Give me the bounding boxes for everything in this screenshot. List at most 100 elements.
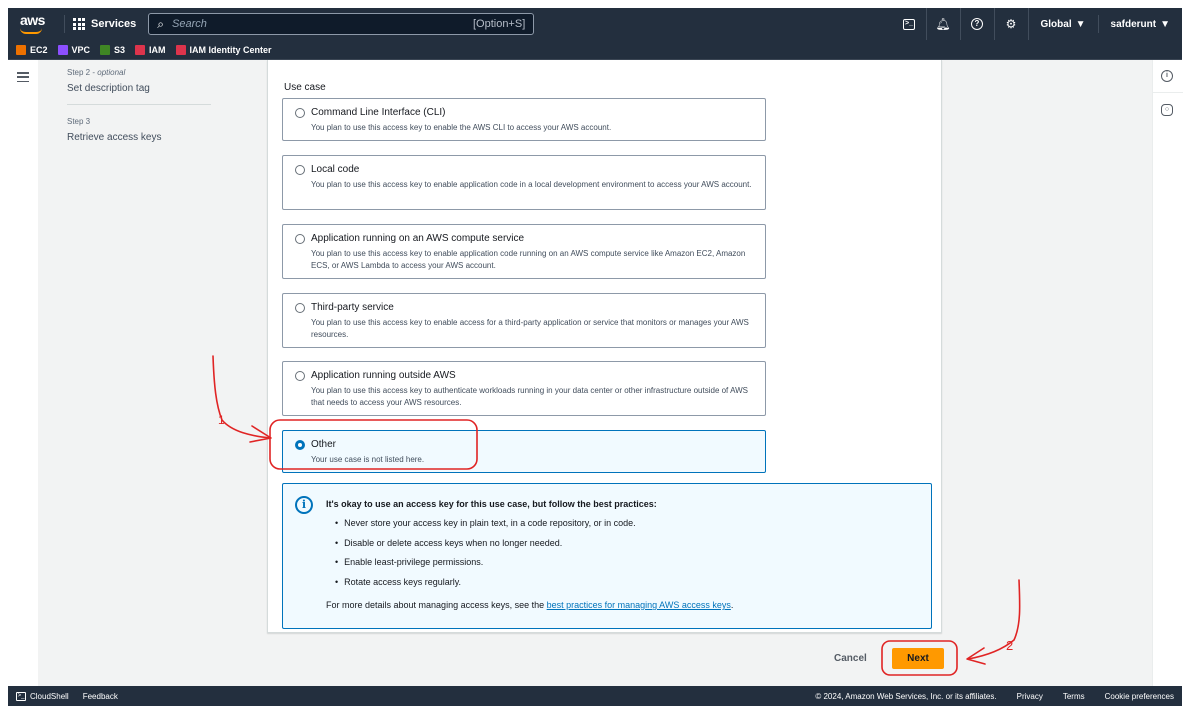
option-title: Local code: [311, 164, 360, 175]
option-description: You plan to use this access key to enabl…: [311, 123, 612, 132]
option-description: You plan to use this access key to authe…: [311, 386, 748, 407]
option-title: Other: [311, 439, 337, 450]
use-case-option-third-party[interactable]: Third-party service You plan to use this…: [282, 293, 766, 348]
footer-links: © 2024, Amazon Web Services, Inc. or its…: [815, 692, 1174, 701]
best-practices-list: Never store your access key in plain tex…: [335, 518, 636, 597]
step-number: Step 2: [67, 68, 91, 77]
aws-console-frame: aws Services ⌕ Search [Option+S] >_ 🔔︎ ?…: [8, 8, 1183, 706]
use-case-option-cli[interactable]: Command Line Interface (CLI) You plan to…: [282, 98, 766, 141]
caret-down-icon: ▼: [1160, 18, 1170, 30]
favorite-label: IAM Identity Center: [189, 44, 272, 55]
s3-icon: [100, 44, 111, 55]
cloudshell-label: CloudShell: [30, 691, 69, 701]
favorites-bar: EC2 VPC S3 IAM IAM Identity Center: [8, 40, 1182, 60]
help-icon: ?: [971, 18, 983, 30]
favorite-ec2[interactable]: EC2: [16, 44, 48, 55]
terms-link[interactable]: Terms: [1063, 692, 1085, 701]
vpc-icon: [57, 44, 68, 55]
cookie-preferences-link[interactable]: Cookie preferences: [1105, 692, 1174, 701]
favorite-iam-identity-center[interactable]: IAM Identity Center: [175, 44, 272, 55]
option-title: Application running on an AWS compute se…: [311, 233, 525, 244]
radio-button[interactable]: [295, 165, 305, 175]
bell-icon: 🔔︎: [935, 17, 951, 31]
account-menu[interactable]: safderunt ▼: [1099, 15, 1182, 33]
favorite-label: S3: [114, 44, 126, 55]
cloudshell-button[interactable]: >_: [893, 8, 927, 40]
top-navigation: aws Services ⌕ Search [Option+S] >_ 🔔︎ ?…: [8, 8, 1182, 40]
use-case-option-local-code[interactable]: Local code You plan to use this access k…: [282, 155, 766, 210]
use-case-option-aws-compute[interactable]: Application running on an AWS compute se…: [282, 224, 766, 279]
search-input[interactable]: ⌕ Search [Option+S]: [148, 13, 535, 35]
caret-down-icon: ▼: [1075, 18, 1086, 30]
favorite-label: IAM: [149, 44, 166, 55]
list-item: Disable or delete access keys when no lo…: [335, 538, 636, 558]
iam-identity-center-icon: [175, 44, 186, 55]
menu-icon[interactable]: [17, 72, 29, 82]
option-description: You plan to use this access key to enabl…: [311, 318, 749, 339]
region-label: Global: [1040, 18, 1072, 30]
notifications-button[interactable]: 🔔︎: [927, 8, 961, 40]
use-case-container: Use case Command Line Interface (CLI) Yo…: [267, 60, 942, 633]
aws-logo[interactable]: aws: [14, 8, 56, 40]
favorite-s3[interactable]: S3: [100, 44, 126, 55]
search-placeholder: Search: [172, 18, 207, 30]
radio-button[interactable]: [295, 371, 305, 381]
cloudshell-icon: >_: [903, 18, 915, 30]
nav-right-group: >_ 🔔︎ ? ⚙ Global ▼ safderunt ▼: [893, 8, 1183, 40]
cloudshell-icon: >_: [16, 691, 26, 701]
info-icon: i: [295, 496, 313, 514]
console-footer: >_ CloudShell Feedback © 2024, Amazon We…: [8, 686, 1182, 706]
privacy-link[interactable]: Privacy: [1017, 692, 1043, 701]
feedback-hexagon-icon[interactable]: ○: [1161, 104, 1173, 116]
step-2-title: Set description tag: [67, 83, 150, 94]
feedback-label: Feedback: [82, 691, 118, 701]
use-case-option-other[interactable]: Other Your use case is not listed here.: [282, 430, 766, 473]
wizard-step-3[interactable]: Step 3 Retrieve access keys: [67, 117, 212, 143]
grid-icon: [73, 18, 85, 30]
list-item: Rotate access keys regularly.: [335, 577, 636, 597]
search-shortcut: [Option+S]: [472, 18, 526, 30]
step-3-label: Step 3: [67, 117, 91, 126]
aws-logo-text: aws: [20, 12, 45, 28]
feedback-link[interactable]: Feedback: [83, 692, 118, 701]
best-practices-link[interactable]: best practices for managing AWS access k…: [547, 600, 731, 610]
help-button[interactable]: ?: [961, 8, 995, 40]
use-case-option-outside-aws[interactable]: Application running outside AWS You plan…: [282, 361, 766, 416]
alert-title: It's okay to use an access key for this …: [326, 499, 657, 509]
wizard-step-2[interactable]: Step 2 - optional Set description tag: [67, 68, 212, 94]
region-selector[interactable]: Global ▼: [1029, 15, 1099, 33]
tools-panel: i ○: [1152, 60, 1183, 686]
list-item: Never store your access key in plain tex…: [335, 518, 635, 538]
radio-button-selected[interactable]: [295, 440, 305, 450]
option-title: Application running outside AWS: [311, 370, 456, 381]
services-menu-button[interactable]: Services: [73, 18, 136, 30]
favorite-label: VPC: [71, 44, 91, 55]
radio-button[interactable]: [295, 108, 305, 118]
alert-footer-text: For more details about managing access k…: [326, 600, 547, 610]
favorite-vpc[interactable]: VPC: [57, 44, 91, 55]
search-icon: ⌕: [157, 16, 164, 31]
option-description: You plan to use this access key to enabl…: [311, 180, 752, 189]
alert-footer: For more details about managing access k…: [326, 600, 733, 610]
favorite-label: EC2: [30, 44, 48, 55]
option-description: Your use case is not listed here.: [311, 455, 425, 464]
option-title: Third-party service: [311, 302, 394, 313]
alert-footer-end: .: [730, 600, 734, 610]
step-divider: [67, 104, 211, 105]
copyright-text: © 2024, Amazon Web Services, Inc. or its…: [815, 691, 997, 701]
settings-icon: ⚙: [1005, 17, 1017, 31]
cancel-button[interactable]: Cancel: [834, 653, 867, 664]
nav-divider: [64, 15, 65, 33]
radio-button[interactable]: [295, 303, 305, 313]
cloudshell-footer-button[interactable]: >_ CloudShell: [16, 691, 69, 701]
favorite-iam[interactable]: IAM: [135, 44, 166, 55]
option-title: Command Line Interface (CLI): [311, 107, 446, 118]
account-label: safderunt: [1110, 18, 1157, 30]
side-nav-collapsed: [8, 60, 38, 686]
next-button[interactable]: Next: [892, 648, 944, 669]
tools-divider: [1153, 92, 1183, 93]
settings-button[interactable]: ⚙: [995, 8, 1029, 40]
services-label: Services: [91, 18, 137, 30]
radio-button[interactable]: [295, 234, 305, 244]
info-panel-icon[interactable]: i: [1161, 70, 1173, 82]
